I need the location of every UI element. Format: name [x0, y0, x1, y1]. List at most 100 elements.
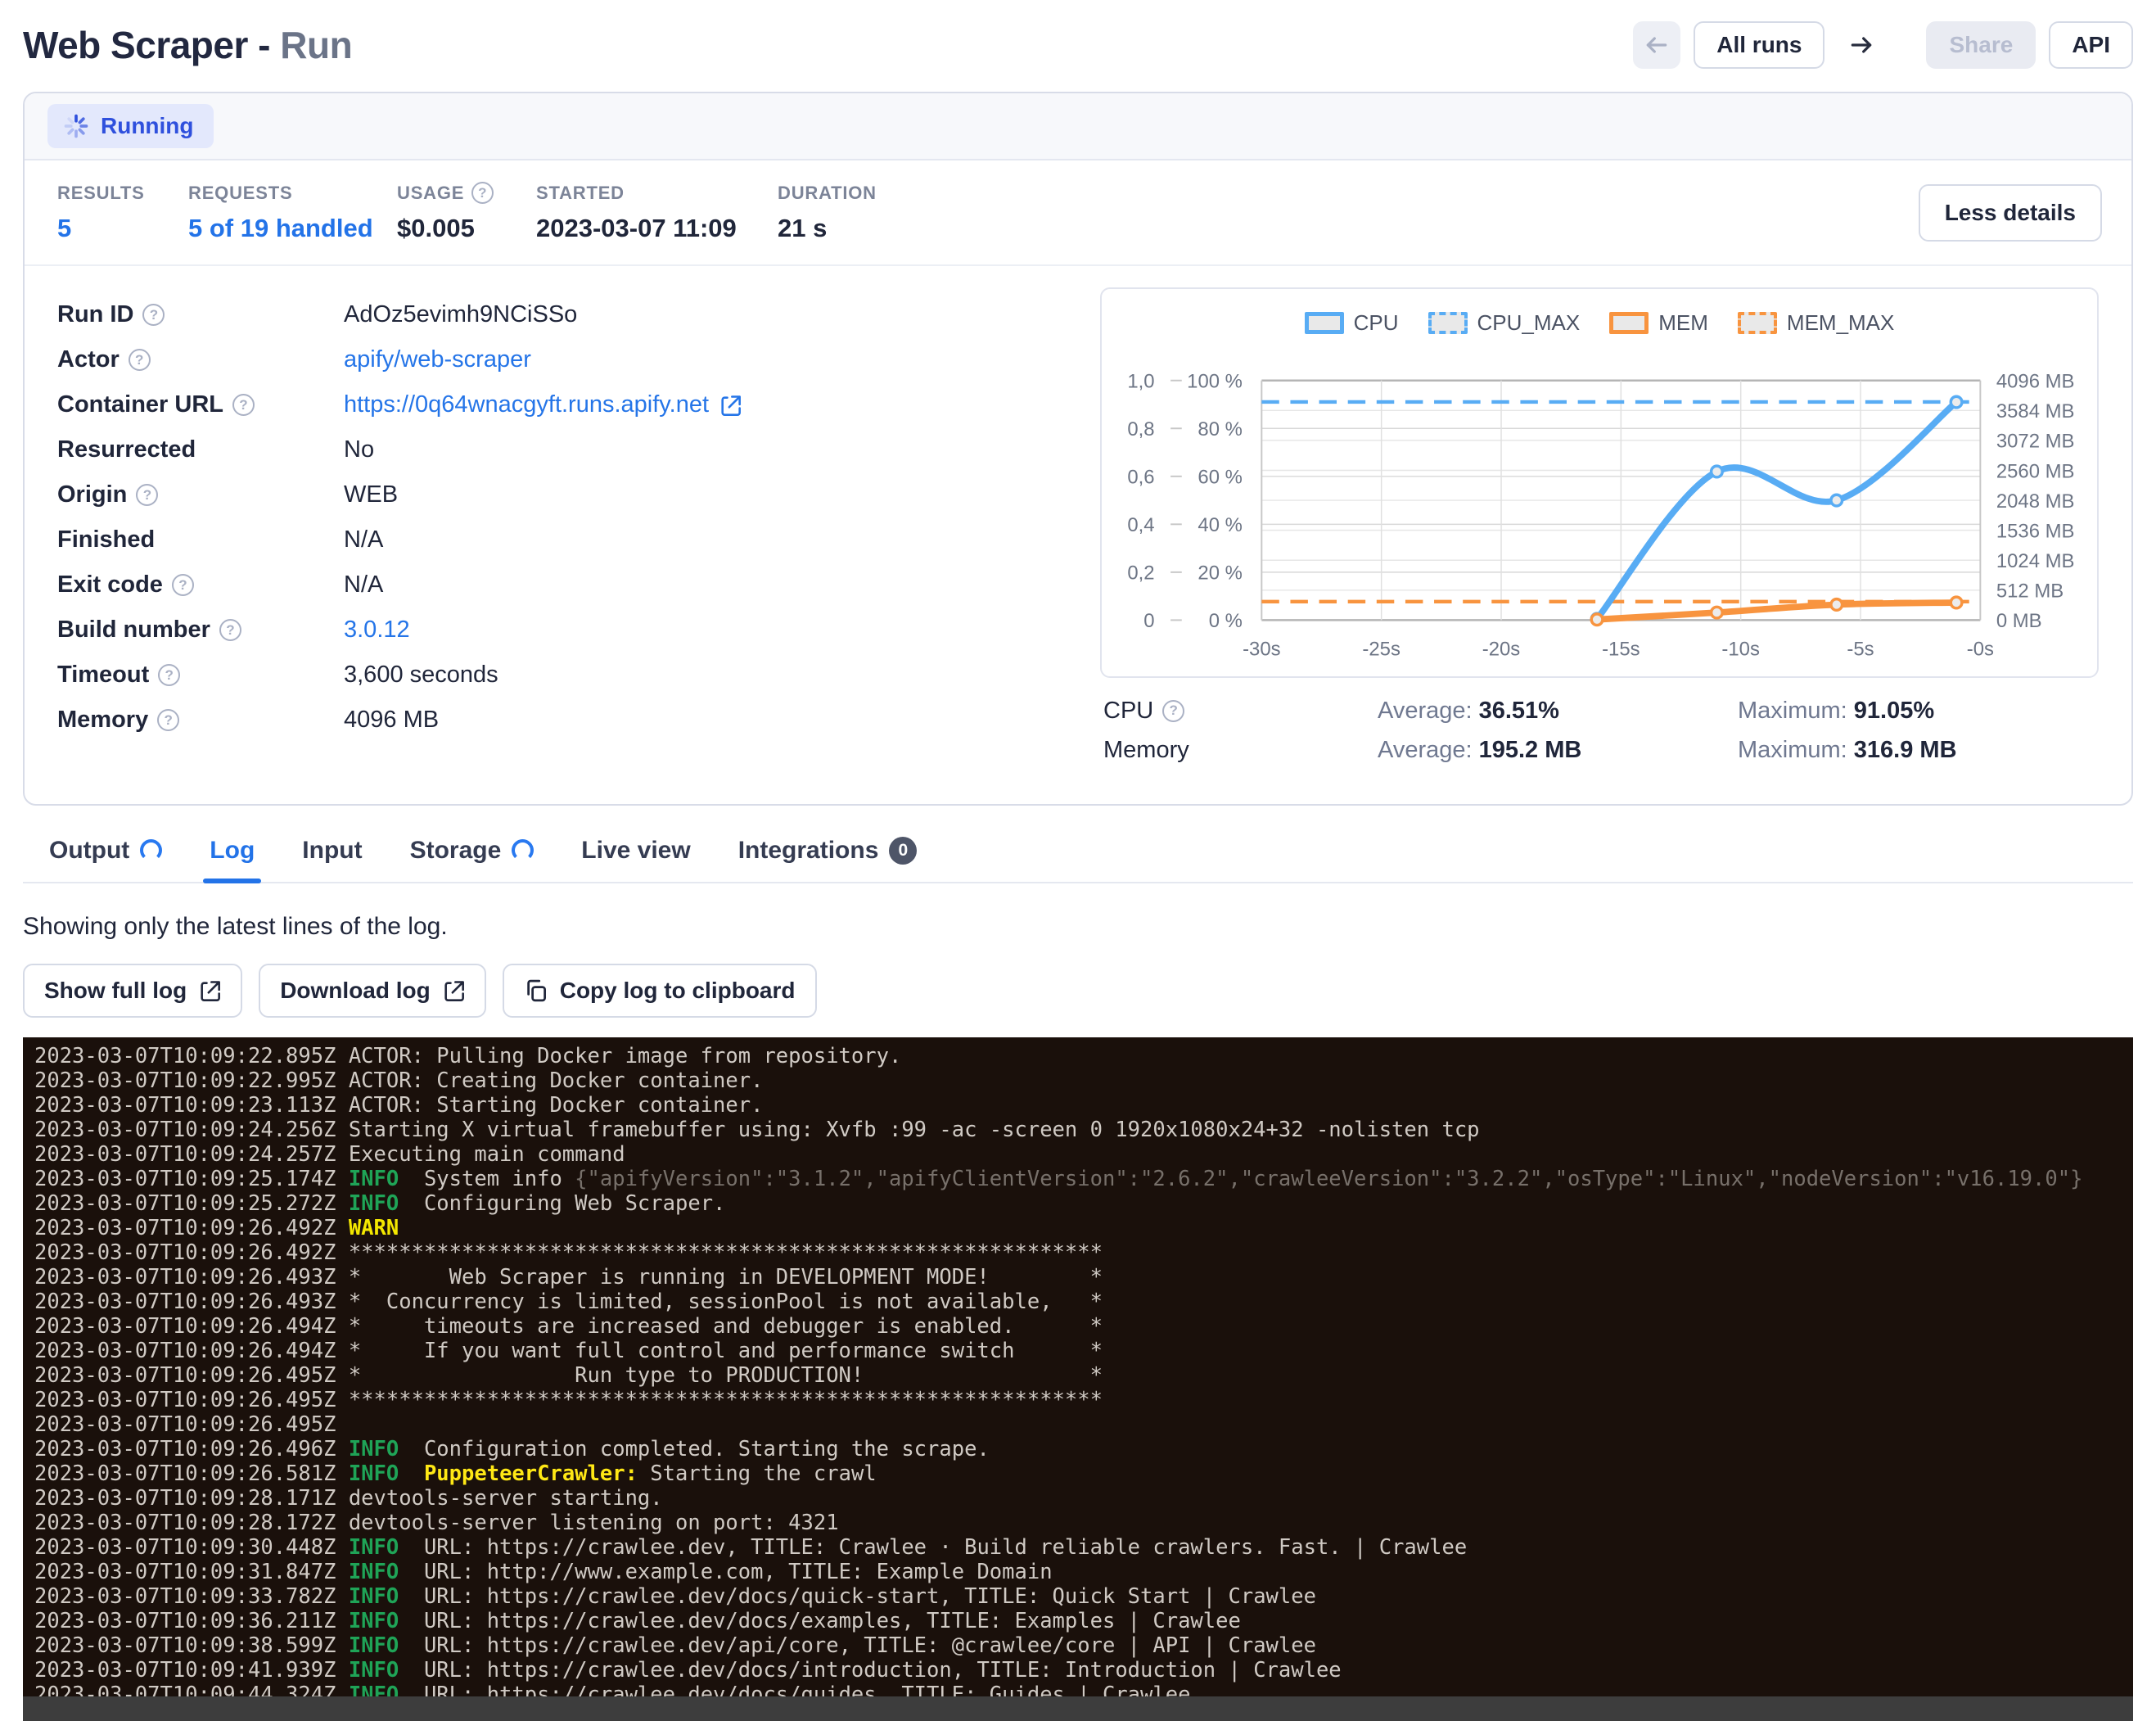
arrow-right-icon — [1848, 32, 1874, 58]
legend-swatch — [1609, 312, 1649, 334]
tab-output[interactable]: Output — [49, 837, 162, 882]
log-timestamp: 2023-03-07T10:09:26.495Z — [34, 1388, 349, 1412]
log-line: 2023-03-07T10:09:26.495Z ***************… — [34, 1388, 2133, 1412]
run-details: Run ID?AdOz5evimh9NCiSSoActor?apify/web-… — [25, 266, 2131, 804]
detail-row-origin: Origin?WEB — [57, 472, 1080, 517]
log-line: 2023-03-07T10:09:26.581Z INFO PuppeteerC… — [34, 1461, 2133, 1486]
tab-label: Integrations — [738, 837, 879, 865]
run-card: Running RESULTS5REQUESTS 5 of 19 handledU… — [23, 92, 2133, 806]
tab-log[interactable]: Log — [210, 837, 255, 882]
stat-results: RESULTS5 — [57, 183, 188, 243]
detail-row-container-url: Container URL?https://0q64wnacgyft.runs.… — [57, 382, 1080, 427]
summary-row-memory: MemoryAverage: 195.2 MBMaximum: 316.9 MB — [1103, 737, 2099, 764]
api-button[interactable]: API — [2049, 21, 2133, 69]
stat-value[interactable]: 5 — [57, 214, 188, 243]
detail-row-resurrected: ResurrectedNo — [57, 427, 1080, 472]
svg-text:3072 MB: 3072 MB — [1996, 431, 2075, 453]
help-icon[interactable]: ? — [158, 664, 180, 686]
log-line: 2023-03-07T10:09:24.257Z Executing main … — [34, 1142, 2133, 1167]
help-icon[interactable]: ? — [129, 349, 151, 371]
log-line: 2023-03-07T10:09:28.172Z devtools-server… — [34, 1511, 2133, 1535]
detail-label: Memory? — [57, 707, 344, 734]
log-timestamp: 2023-03-07T10:09:24.257Z — [34, 1142, 349, 1167]
stat-usage: USAGE?$0.005 — [397, 182, 536, 243]
help-icon[interactable]: ? — [157, 709, 179, 731]
tab-input[interactable]: Input — [302, 837, 362, 882]
button-label: Copy log to clipboard — [560, 978, 796, 1004]
log-line: 2023-03-07T10:09:26.494Z * If you want f… — [34, 1339, 2133, 1363]
help-icon[interactable]: ? — [136, 484, 158, 506]
run-details-list: Run ID?AdOz5evimh9NCiSSoActor?apify/web-… — [57, 287, 1080, 776]
legend-label: CPU — [1354, 310, 1399, 336]
log-segment: * Web Scraper is running in DEVELOPMENT … — [349, 1265, 1103, 1290]
legend-cpu[interactable]: CPU — [1305, 310, 1399, 336]
summary-maximum: Maximum: 91.05% — [1738, 698, 2099, 725]
legend-cpu-max[interactable]: CPU_MAX — [1428, 310, 1581, 336]
detail-value[interactable]: 3.0.12 — [344, 617, 410, 644]
less-details-button[interactable]: Less details — [1919, 184, 2102, 242]
detail-value[interactable]: https://0q64wnacgyft.runs.apify.net — [344, 391, 742, 418]
log-segment: INFO — [349, 1191, 399, 1216]
help-icon[interactable]: ? — [471, 182, 494, 204]
log-timestamp: 2023-03-07T10:09:24.256Z — [34, 1118, 349, 1142]
detail-value: WEB — [344, 481, 398, 508]
copy-log-to-clipboard-button[interactable]: Copy log to clipboard — [503, 964, 817, 1018]
log-timestamp: 2023-03-07T10:09:26.495Z — [34, 1412, 349, 1437]
log-timestamp: 2023-03-07T10:09:31.847Z — [34, 1560, 349, 1584]
help-icon[interactable]: ? — [232, 394, 255, 416]
previous-run-button[interactable] — [1633, 21, 1680, 69]
log-segment: WARN — [349, 1216, 399, 1240]
help-icon[interactable]: ? — [219, 619, 241, 641]
svg-text:0,8: 0,8 — [1127, 418, 1154, 440]
svg-text:0,2: 0,2 — [1127, 562, 1154, 585]
log-segment: URL: https://crawlee.dev/docs/introducti… — [399, 1658, 1341, 1683]
log-segment: URL: https://crawlee.dev/api/core, TITLE… — [399, 1633, 1316, 1658]
svg-text:100 %: 100 % — [1187, 371, 1243, 393]
share-button[interactable]: Share — [1926, 21, 2036, 69]
svg-text:0: 0 — [1143, 610, 1154, 632]
help-icon[interactable]: ? — [1162, 700, 1184, 722]
log-timestamp: 2023-03-07T10:09:22.995Z — [34, 1068, 349, 1093]
log-timestamp: 2023-03-07T10:09:26.493Z — [34, 1265, 349, 1290]
status-badge-label: Running — [101, 113, 194, 139]
download-log-button[interactable]: Download log — [259, 964, 486, 1018]
next-run-button[interactable] — [1838, 21, 1885, 69]
stat-value[interactable]: 5 of 19 handled — [188, 214, 397, 243]
svg-text:-10s: -10s — [1721, 638, 1760, 660]
log-horizontal-scrollbar[interactable] — [23, 1696, 2133, 1721]
legend-swatch — [1305, 312, 1344, 334]
help-icon[interactable]: ? — [172, 574, 194, 596]
log-timestamp: 2023-03-07T10:09:22.895Z — [34, 1044, 349, 1068]
tab-integrations[interactable]: Integrations0 — [738, 837, 918, 882]
stat-label: STARTED — [536, 183, 778, 204]
log-line: 2023-03-07T10:09:26.493Z * Concurrency i… — [34, 1290, 2133, 1314]
svg-text:1024 MB: 1024 MB — [1996, 550, 2075, 572]
svg-text:2560 MB: 2560 MB — [1996, 460, 2075, 482]
legend-mem-max[interactable]: MEM_MAX — [1738, 310, 1894, 336]
svg-text:-15s: -15s — [1602, 638, 1640, 660]
detail-value[interactable]: apify/web-scraper — [344, 346, 531, 373]
tab-live-view[interactable]: Live view — [581, 837, 690, 882]
summary-row-cpu: CPU?Average: 36.51%Maximum: 91.05% — [1103, 698, 2099, 725]
detail-value: 4096 MB — [344, 707, 439, 734]
log-segment: Starting the crawl — [638, 1461, 877, 1486]
log-console[interactable]: 2023-03-07T10:09:22.895Z ACTOR: Pulling … — [23, 1037, 2133, 1721]
svg-text:20 %: 20 % — [1198, 562, 1242, 585]
legend-mem[interactable]: MEM — [1609, 310, 1708, 336]
stat-label: REQUESTS — [188, 183, 397, 204]
page-title: Web Scraper - Run — [23, 23, 352, 67]
log-segment: * Concurrency is limited, sessionPool is… — [349, 1290, 1103, 1314]
tab-label: Storage — [410, 837, 502, 865]
tab-storage[interactable]: Storage — [410, 837, 534, 882]
detail-value: N/A — [344, 526, 383, 553]
stat-value: 2023-03-07 11:09 — [536, 214, 778, 243]
log-segment: URL: https://crawlee.dev, TITLE: Crawlee… — [399, 1535, 1467, 1560]
external-link-icon — [442, 979, 465, 1002]
log-segment: * If you want full control and performan… — [349, 1339, 1103, 1363]
help-icon[interactable]: ? — [142, 304, 165, 326]
log-line: 2023-03-07T10:09:26.495Z — [34, 1412, 2133, 1437]
status-badge: Running — [47, 104, 214, 148]
summary-maximum: Maximum: 316.9 MB — [1738, 737, 2099, 764]
all-runs-button[interactable]: All runs — [1694, 21, 1824, 69]
show-full-log-button[interactable]: Show full log — [23, 964, 242, 1018]
